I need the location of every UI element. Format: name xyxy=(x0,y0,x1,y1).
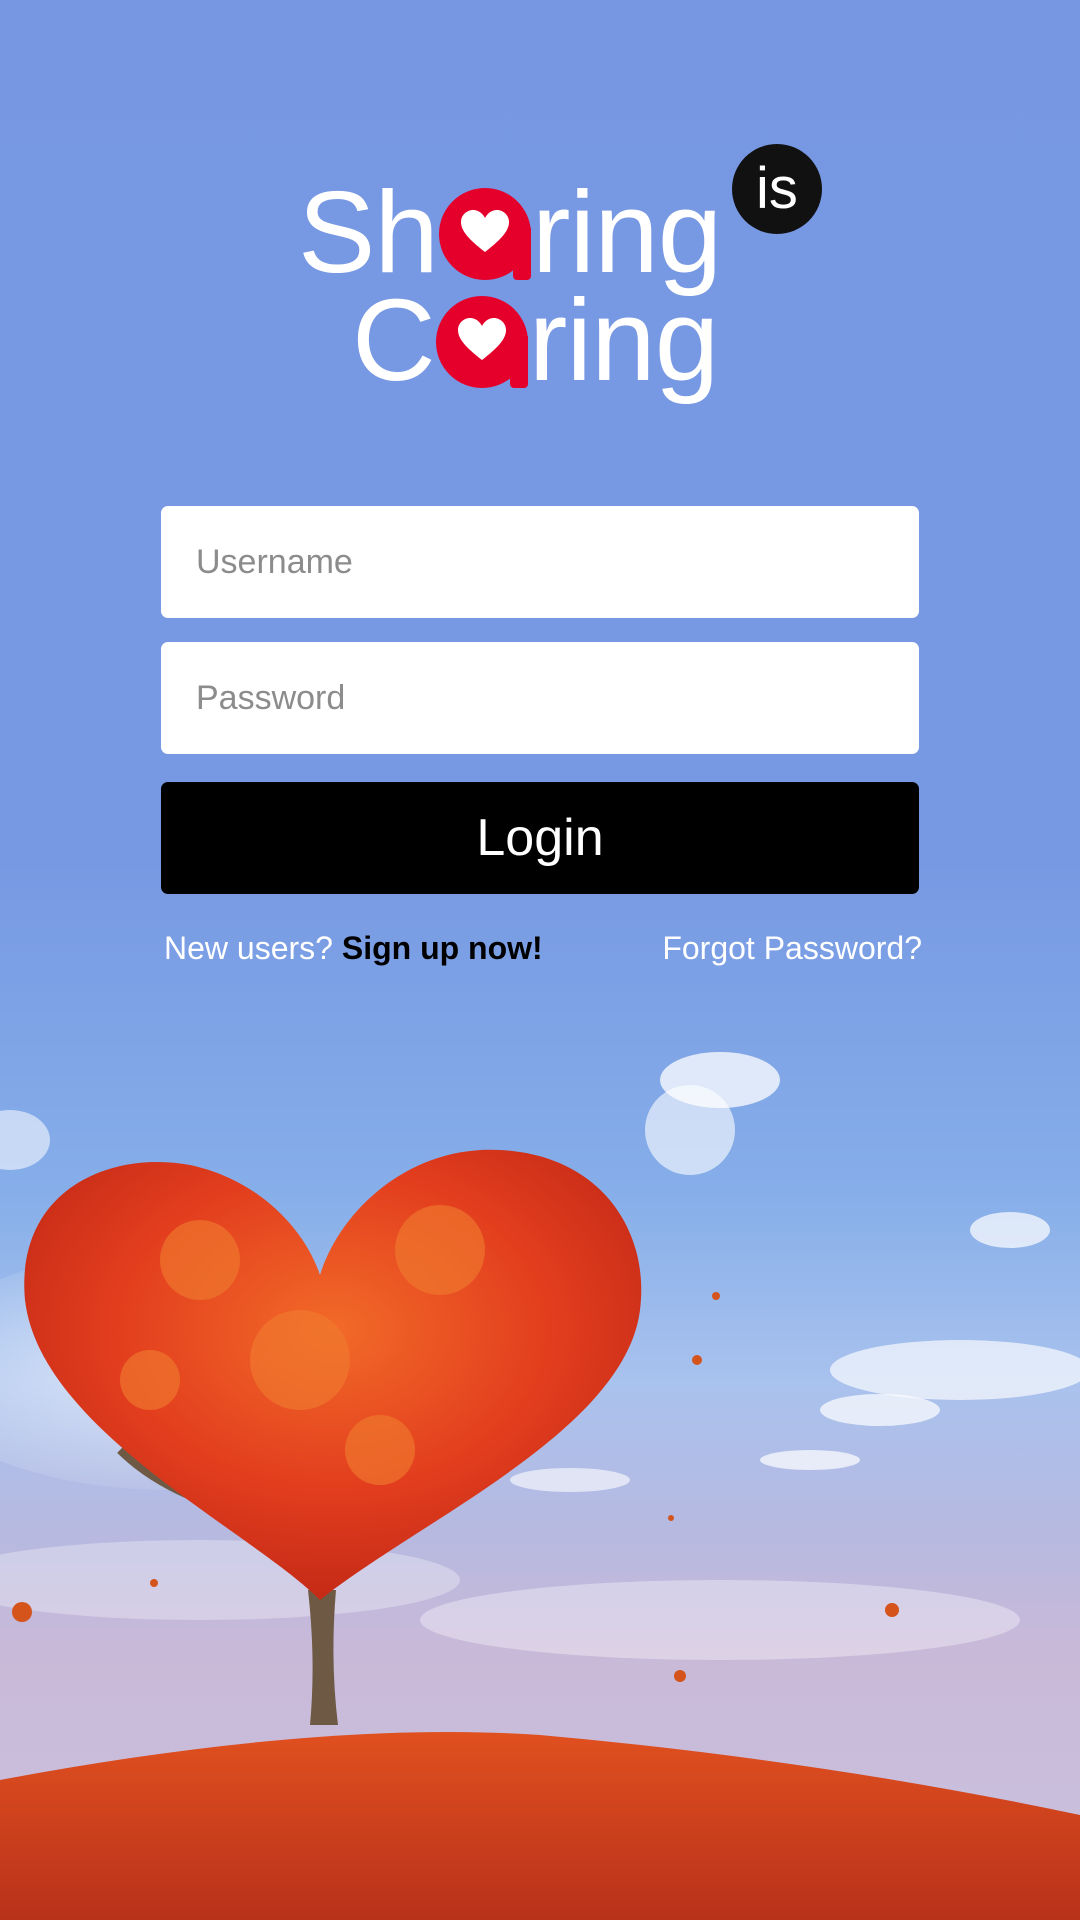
logo-text: C xyxy=(352,275,436,405)
login-form: Login xyxy=(161,506,919,894)
username-input[interactable] xyxy=(161,506,919,618)
app-logo: Sh ring is Cring xyxy=(290,130,830,430)
tree-trunk xyxy=(308,1590,338,1725)
signup-link[interactable]: Sign up now! xyxy=(342,930,543,966)
login-button[interactable]: Login xyxy=(161,782,919,894)
forgot-password-link[interactable]: Forgot Password? xyxy=(662,930,922,967)
signup-prompt: New users? Sign up now! xyxy=(164,930,543,967)
logo-line-caring: Cring xyxy=(352,282,719,398)
password-input[interactable] xyxy=(161,642,919,754)
logo-text: ring xyxy=(528,275,719,405)
new-users-text: New users? xyxy=(164,930,342,966)
logo-is-badge: is xyxy=(732,144,822,234)
logo-line-sharing: Sh ring xyxy=(298,174,722,290)
hill xyxy=(0,1732,1080,1920)
heart-icon xyxy=(435,296,528,388)
heart-icon xyxy=(438,188,531,280)
auth-links: New users? Sign up now! Forgot Password? xyxy=(164,930,922,974)
